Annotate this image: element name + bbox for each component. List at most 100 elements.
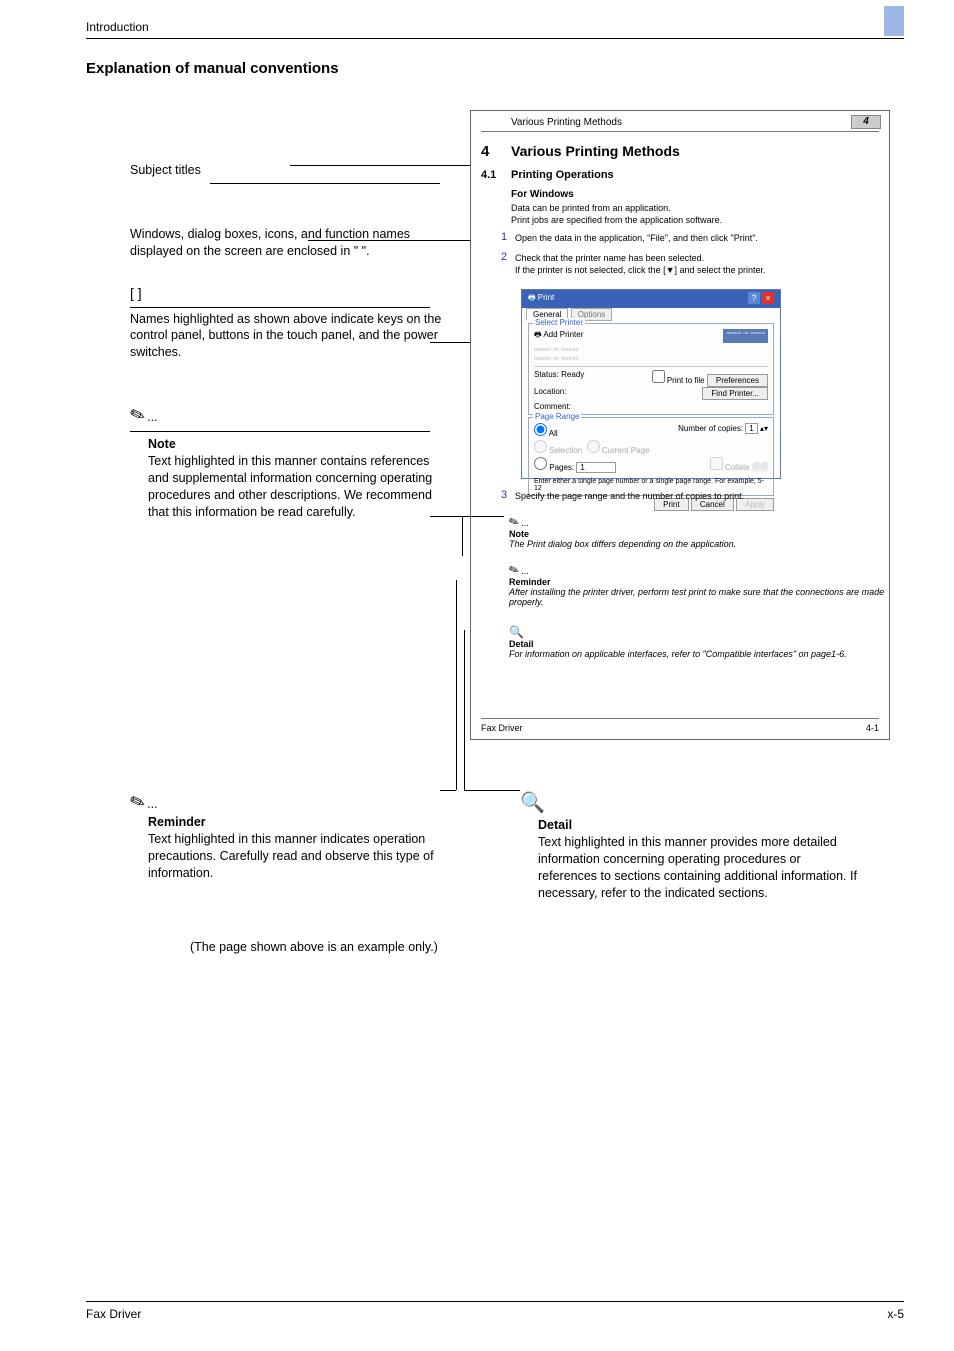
add-printer[interactable]: Add Printer [543, 330, 583, 339]
magnify-icon: 🔍 [509, 625, 524, 639]
radio-all[interactable] [534, 423, 547, 436]
leader [464, 630, 465, 790]
chap-number: 4 [481, 143, 489, 160]
callout-detail: 🔍 Detail Text highlighted in this manner… [520, 790, 860, 901]
group-label: Page Range [533, 412, 581, 421]
find-printer-button[interactable]: Find Printer... [702, 387, 768, 400]
ellipsis: ... [147, 410, 157, 424]
print-to-file-checkbox[interactable] [652, 370, 665, 383]
radio-current [587, 440, 600, 453]
sec-title: Printing Operations [511, 169, 614, 181]
dialog-title: Print [538, 293, 554, 302]
printer-glyph-icon: 🖶 [528, 293, 536, 302]
rule [481, 718, 879, 719]
callout-note: ✎... Note Text highlighted in this manne… [130, 403, 450, 521]
step2-text2: If the printer is not selected, click th… [515, 265, 766, 275]
ellipsis: ... [521, 518, 529, 528]
dialog-titlebar: 🖶 Print ?× [522, 290, 780, 308]
reminder-title: Reminder [148, 814, 460, 831]
current-label: Current Page [602, 446, 650, 455]
radio-selection [534, 440, 547, 453]
leader [430, 516, 504, 517]
ellipsis: ... [521, 566, 529, 576]
pages-field[interactable]: 1 [576, 462, 616, 473]
leader-line [130, 307, 430, 308]
callout-brackets-body: Names highlighted as shown above indicat… [130, 311, 450, 362]
ellipsis: ... [147, 797, 157, 811]
panel-detail: 🔍 Detail For information on applicable i… [509, 625, 847, 659]
status-value: Ready [561, 370, 584, 379]
step1-text: Open the data in the application, "File"… [515, 233, 758, 243]
ncopies-label: Number of copies: [678, 424, 743, 433]
group-select-printer: Select Printer 🖶 Add Printer ▫▫▫▫▫▫ ▫▫ ▫… [528, 323, 774, 415]
copies-field[interactable]: 1 [745, 423, 757, 434]
pencil-icon: ✎ [126, 401, 148, 429]
leader [462, 516, 463, 556]
status-label: Status: [534, 370, 559, 379]
radio-pages[interactable] [534, 457, 547, 470]
detail-title: Detail [538, 817, 860, 834]
line2: Print jobs are specified from the applic… [511, 215, 722, 225]
panel-note: ✎... Note The Print dialog box differs d… [509, 515, 736, 549]
leader [308, 240, 470, 241]
pencil-icon: ✎ [507, 514, 521, 531]
header-chapter: Introduction [86, 20, 149, 34]
brackets-symbol: [ ] [130, 284, 450, 303]
ptf-label: Print to file [667, 376, 705, 385]
callout-subject-text: Subject titles [130, 163, 201, 177]
pages-label: Pages: [549, 463, 574, 472]
panel-footer-right: 4-1 [866, 723, 879, 733]
sec-number: 4.1 [481, 169, 496, 181]
help-icon[interactable]: ? [748, 292, 760, 304]
print-dialog: 🖶 Print ?× General Options Select Printe… [521, 289, 781, 479]
reminder-body: Text highlighted in this manner indicate… [148, 831, 460, 882]
panel-detail-body: For information on applicable interfaces… [509, 649, 847, 659]
step1-num: 1 [501, 231, 507, 243]
leader-line [210, 183, 440, 184]
detail-body: Text highlighted in this manner provides… [538, 834, 860, 902]
group-page-range: Page Range All Number of copies: 1 ▴▾ Se… [528, 417, 774, 496]
callout-windows-text: Windows, dialog boxes, icons, and functi… [130, 226, 450, 260]
leader [456, 580, 457, 790]
footer-page: x-5 [887, 1307, 904, 1321]
note-body: Text highlighted in this manner contains… [130, 453, 450, 521]
close-icon[interactable]: × [762, 292, 774, 304]
group-label: Select Printer [533, 318, 585, 327]
chap-title: Various Printing Methods [511, 143, 680, 159]
panel-note-title: Note [509, 529, 529, 539]
page-footer: Fax Driver x-5 [86, 1301, 904, 1321]
preferences-button[interactable]: Preferences [707, 374, 768, 387]
collate-icon: 🗐🗐 [752, 463, 768, 472]
pencil-icon: ✎ [126, 788, 148, 816]
step3-text: Specify the page range and the number of… [515, 491, 744, 501]
line1: Data can be printed from an application. [511, 203, 671, 213]
pages-hint: Enter either a single page number or a s… [534, 478, 768, 492]
printer-placeholder: ▫▫▫▫▫▫ ▫▫ ▫▫▫▫▫▫ [534, 354, 768, 363]
callout-windows: Windows, dialog boxes, icons, and functi… [130, 226, 450, 260]
divider [534, 366, 768, 367]
example-note: (The page shown above is an example only… [190, 940, 438, 954]
sample-page: Various Printing Methods 4 4 Various Pri… [470, 110, 890, 740]
sample-badge: 4 [851, 115, 881, 129]
panel-reminder-title: Reminder [509, 577, 551, 587]
footer-left: Fax Driver [86, 1307, 141, 1321]
section-title: Explanation of manual conventions [86, 60, 339, 77]
note-title: Note [130, 436, 450, 453]
selected-printer[interactable]: ▫▫▫▫▫▫ ▫▫ ▫▫▫▫▫▫ [723, 329, 768, 343]
sub-title: For Windows [511, 189, 574, 200]
all-label: All [549, 429, 558, 438]
comment-label: Comment: [534, 402, 571, 411]
printer-placeholder: ▫▫▫▫▫▫ ▫▫ ▫▫▫▫▫▫ [534, 345, 768, 354]
panel-footer-left: Fax Driver [481, 723, 523, 733]
panel-reminder: ✎... Reminder After installing the print… [509, 563, 889, 607]
callout-brackets: [ ] Names highlighted as shown above ind… [130, 284, 450, 362]
collate-label: Collate [725, 463, 750, 472]
step3-num: 3 [501, 489, 507, 501]
leader [464, 790, 520, 791]
location-label: Location: [534, 387, 566, 400]
left-callouts: Subject titles Windows, dialog boxes, ic… [130, 110, 450, 545]
panel-reminder-body: After installing the printer driver, per… [509, 587, 884, 607]
callout-reminder: ✎... Reminder Text highlighted in this m… [130, 790, 460, 882]
leader-line [130, 431, 430, 432]
panel-note-body: The Print dialog box differs depending o… [509, 539, 736, 549]
